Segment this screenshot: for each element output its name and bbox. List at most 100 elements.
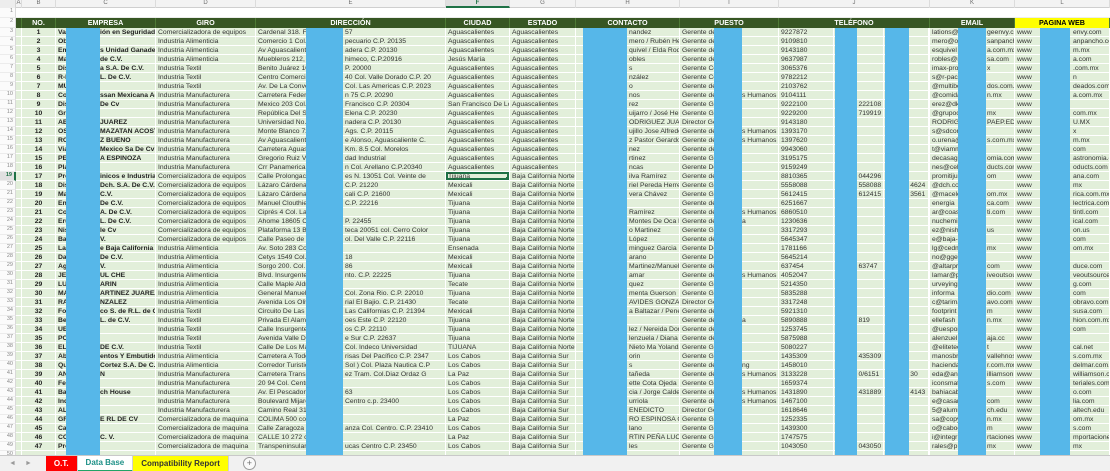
- cell-no[interactable]: 12: [22, 127, 56, 136]
- row-number[interactable]: 41: [0, 370, 16, 379]
- select-all-corner[interactable]: [0, 0, 16, 8]
- cell-no[interactable]: 28: [22, 271, 56, 280]
- cell-ciudad[interactable]: Aguascalientes: [446, 136, 510, 145]
- cell-telefono-1[interactable]: 6860510: [779, 208, 834, 216]
- cell-estado[interactable]: Aguascalientes: [510, 109, 576, 118]
- row-number[interactable]: 10: [0, 91, 16, 100]
- cell-telefono-1[interactable]: 1431890: [779, 388, 834, 396]
- cell-telefono-1[interactable]: 5080227: [779, 343, 834, 351]
- cell-direccion[interactable]: Blvd. Insurgentento. C.P. 22225: [256, 271, 446, 280]
- cell-ciudad[interactable]: Los Cabos: [446, 442, 510, 451]
- cell-blank[interactable]: [1015, 8, 1110, 18]
- cell-giro[interactable]: Comercializadora de equipos: [156, 208, 256, 217]
- cell-ciudad[interactable]: TIJUANA: [446, 343, 510, 352]
- cell-estado[interactable]: Baja California Norte: [510, 190, 576, 199]
- header-no-[interactable]: NO.: [22, 18, 56, 28]
- cell-no[interactable]: 8: [22, 91, 56, 100]
- cell-ciudad[interactable]: Mexicali: [446, 190, 510, 199]
- cell-no[interactable]: 32: [22, 307, 56, 316]
- cell-direccion[interactable]: Boulevard MijareCentro c.p. 23400: [256, 397, 446, 406]
- column-header-E[interactable]: E: [256, 0, 446, 8]
- row-number[interactable]: 46: [0, 415, 16, 424]
- cell-direccion[interactable]: Muebleros 212, Phimeco, C.P.20916: [256, 55, 446, 64]
- cell-estado[interactable]: Baja California Sur: [510, 406, 576, 415]
- cell-telefono-1[interactable]: 9109810: [779, 37, 834, 45]
- cell-ciudad[interactable]: Los Cabos: [446, 352, 510, 361]
- column-header-L[interactable]: L: [1015, 0, 1110, 8]
- row-number[interactable]: 18: [0, 163, 16, 172]
- row-number[interactable]: 19: [0, 172, 16, 181]
- column-header-C[interactable]: C: [56, 0, 156, 8]
- tab-compatibility-report[interactable]: Compatibility Report: [133, 456, 229, 471]
- cell-no[interactable]: 3: [22, 46, 56, 55]
- cell-ciudad[interactable]: Tijuana: [446, 325, 510, 334]
- cell-giro[interactable]: Comercializadora de equipos: [156, 226, 256, 235]
- row-number[interactable]: 32: [0, 289, 16, 298]
- cell-telefono-1[interactable]: 9159249: [779, 163, 834, 171]
- cell-giro[interactable]: Industria Alimenticia: [156, 46, 256, 55]
- cell-direccion[interactable]: Carretera A Todorisas Del Pacífico C.P. …: [256, 352, 446, 361]
- cell-estado[interactable]: Aguascalientes: [510, 154, 576, 163]
- cell-giro[interactable]: Industria Alimenticia: [156, 289, 256, 298]
- cell-estado[interactable]: Baja California Sur: [510, 424, 576, 433]
- row-number[interactable]: 40: [0, 361, 16, 370]
- cell-estado[interactable]: Aguascalientes: [510, 37, 576, 46]
- cell-telefono-1[interactable]: 1393170: [779, 127, 834, 135]
- cell-no[interactable]: 22: [22, 217, 56, 226]
- cell-telefono-1[interactable]: 5558088: [779, 181, 834, 189]
- cell-no[interactable]: 40: [22, 379, 56, 388]
- cell-giro[interactable]: Industria Alimenticia: [156, 37, 256, 46]
- column-header-B[interactable]: B: [22, 0, 56, 8]
- cell-direccion[interactable]: 20 94 Col. Centro: [256, 379, 446, 388]
- cell-direccion[interactable]: Sorgo 200. Col. Gr86: [256, 262, 446, 271]
- cell-telefono-1[interactable]: 3133228: [779, 370, 834, 378]
- cell-no[interactable]: 18: [22, 181, 56, 190]
- row-number[interactable]: 42: [0, 379, 16, 388]
- cell-giro[interactable]: Industria Alimenticia: [156, 271, 256, 280]
- cell-direccion[interactable]: Avenida Los Olivrial El Bajio. C.P. 2143…: [256, 298, 446, 307]
- cell-telefono-1[interactable]: 9227872: [779, 28, 834, 36]
- cell-estado[interactable]: Baja California Norte: [510, 172, 576, 181]
- cell-telefono-1[interactable]: 3065376: [779, 64, 834, 72]
- row-number[interactable]: 5: [0, 46, 16, 55]
- cell-direccion[interactable]: COLIMA 500 col. c: [256, 415, 446, 424]
- cell-direccion[interactable]: Calle Prolongacies N. 13051 Col. Veinte …: [256, 172, 446, 181]
- cell-direccion[interactable]: Lázaro Cárdenascali C.P. 21600: [256, 190, 446, 199]
- cell-blank[interactable]: [156, 8, 256, 18]
- cell-estado[interactable]: Baja California Sur: [510, 370, 576, 379]
- cell-telefono-1[interactable]: 1253745: [779, 325, 834, 333]
- row-number[interactable]: 22: [0, 199, 16, 208]
- cell-direccion[interactable]: Ciprés 4 Col. Las: [256, 208, 446, 217]
- cell-no[interactable]: 44: [22, 415, 56, 424]
- cell-telefono-1[interactable]: 9637987: [779, 55, 834, 63]
- cell-direccion[interactable]: Av Aguascalientee Alonso, Aguascaliente …: [256, 136, 446, 145]
- cell-ciudad[interactable]: Tecate: [446, 280, 510, 289]
- cell-no[interactable]: 42: [22, 397, 56, 406]
- cell-giro[interactable]: Industria Manufacturera: [156, 136, 256, 145]
- cell-no[interactable]: 11: [22, 118, 56, 127]
- cell-direccion[interactable]: República Del SeElena C.P. 20230: [256, 109, 446, 118]
- cell-telefono-1[interactable]: 6251667: [779, 199, 834, 207]
- column-header-F[interactable]: F: [446, 0, 510, 8]
- cell-direccion[interactable]: Carretera AguascKm. 8.5 Col. Morelos: [256, 145, 446, 154]
- cell-telefono-1[interactable]: 5890888: [779, 316, 834, 324]
- row-number[interactable]: 31: [0, 280, 16, 289]
- sheet-nav-left-icon[interactable]: ◄: [9, 460, 16, 467]
- cell-giro[interactable]: Industria Manufacturera: [156, 127, 256, 136]
- cell-ciudad-selected[interactable]: Tijuana: [446, 172, 510, 181]
- header-contacto[interactable]: CONTACTO: [576, 18, 680, 28]
- cell-blank[interactable]: [930, 8, 1015, 18]
- cell-direccion[interactable]: Avenida Valle Dee Sur C.P. 22637: [256, 334, 446, 343]
- row-number[interactable]: 14: [0, 127, 16, 136]
- column-header-H[interactable]: H: [576, 0, 680, 8]
- cell-no[interactable]: 30: [22, 289, 56, 298]
- cell-estado[interactable]: Aguascalientes: [510, 73, 576, 82]
- cell-telefono-1[interactable]: 1618646: [779, 406, 834, 414]
- cell-telefono-1[interactable]: 9222100: [779, 100, 834, 108]
- cell-direccion[interactable]: Privada El Alamooes Este C.P. 22120: [256, 316, 446, 325]
- cell-direccion[interactable]: Monte Blanco 72Ags. C.P. 20115: [256, 127, 446, 136]
- cell-direccion[interactable]: Av. El Pescador c63: [256, 388, 446, 397]
- tab-data-base[interactable]: Data Base: [78, 456, 134, 471]
- cell-direccion[interactable]: General ManuelCol. Zona Rio. C.P. 22010: [256, 289, 446, 298]
- cell-no[interactable]: 36: [22, 343, 56, 352]
